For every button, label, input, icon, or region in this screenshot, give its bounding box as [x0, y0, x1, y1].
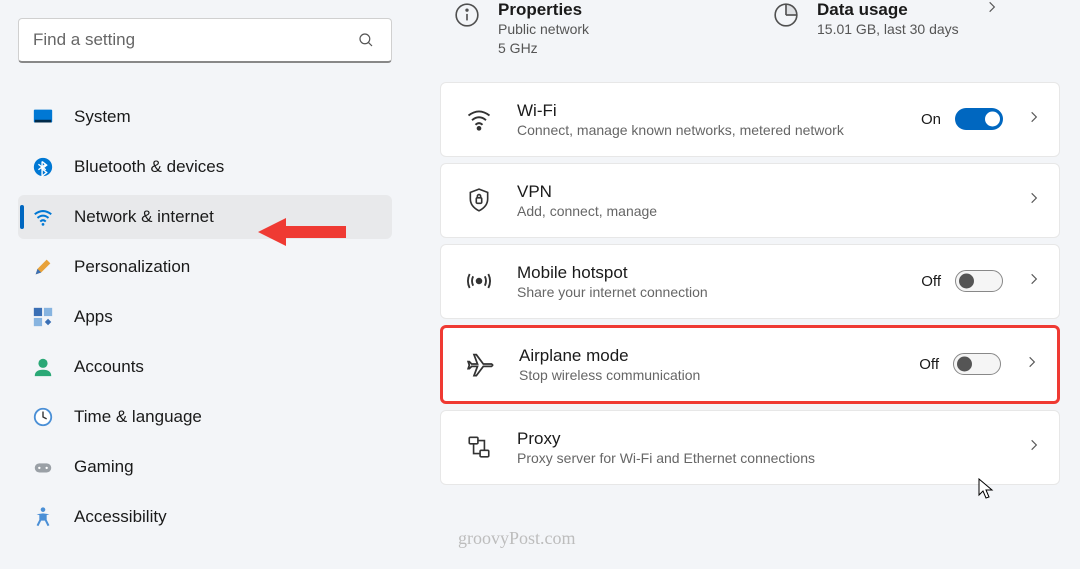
sidebar-item-label: Bluetooth & devices	[74, 157, 224, 177]
airplane-icon	[467, 350, 495, 378]
hotspot-icon	[465, 267, 493, 295]
card-title: Proxy	[517, 429, 1003, 449]
sidebar-item-accounts[interactable]: Accounts	[18, 345, 392, 389]
card-sub: Proxy server for Wi-Fi and Ethernet conn…	[517, 450, 1003, 466]
sidebar: System Bluetooth & devices Network & int…	[0, 0, 410, 569]
card-sub: Stop wireless communication	[519, 367, 895, 383]
card-title: Airplane mode	[519, 346, 895, 366]
proxy-card[interactable]: Proxy Proxy server for Wi-Fi and Etherne…	[440, 410, 1060, 485]
chevron-right-icon	[977, 0, 999, 14]
data-usage-title: Data usage	[817, 0, 959, 20]
properties-card[interactable]: Properties Public network 5 GHz	[440, 0, 741, 58]
card-title: Wi-Fi	[517, 101, 897, 121]
search-input[interactable]	[33, 30, 355, 50]
data-usage-icon	[773, 2, 799, 28]
properties-sub1: Public network	[498, 20, 589, 39]
toggle-state-label: On	[921, 111, 941, 128]
sidebar-item-system[interactable]: System	[18, 95, 392, 139]
info-icon	[454, 2, 480, 28]
sidebar-item-label: Network & internet	[74, 207, 214, 227]
settings-cards: Wi-Fi Connect, manage known networks, me…	[440, 82, 1060, 485]
sidebar-item-gaming[interactable]: Gaming	[18, 445, 392, 489]
sidebar-item-label: Apps	[74, 307, 113, 327]
sidebar-item-label: Accessibility	[74, 507, 167, 527]
card-sub: Connect, manage known networks, metered …	[517, 122, 897, 138]
airplane-card[interactable]: Airplane mode Stop wireless communicatio…	[440, 325, 1060, 404]
gamepad-icon	[32, 456, 54, 478]
vpn-card[interactable]: VPN Add, connect, manage	[440, 163, 1060, 238]
chevron-right-icon	[1027, 272, 1041, 291]
chevron-right-icon	[1027, 110, 1041, 129]
toggle-state-label: Off	[921, 273, 941, 290]
sidebar-item-label: Accounts	[74, 357, 144, 377]
data-usage-sub: 15.01 GB, last 30 days	[817, 20, 959, 39]
wifi-card[interactable]: Wi-Fi Connect, manage known networks, me…	[440, 82, 1060, 157]
system-icon	[32, 106, 54, 128]
bluetooth-icon	[32, 156, 54, 178]
clock-icon	[32, 406, 54, 428]
chevron-right-icon	[1027, 191, 1041, 210]
card-title: VPN	[517, 182, 1003, 202]
hotspot-card[interactable]: Mobile hotspot Share your internet conne…	[440, 244, 1060, 319]
properties-title: Properties	[498, 0, 589, 20]
airplane-toggle[interactable]	[953, 353, 1001, 375]
shield-lock-icon	[465, 186, 493, 214]
sidebar-item-accessibility[interactable]: Accessibility	[18, 495, 392, 539]
apps-icon	[32, 306, 54, 328]
accessibility-icon	[32, 506, 54, 528]
proxy-icon	[465, 433, 493, 461]
sidebar-item-personalization[interactable]: Personalization	[18, 245, 392, 289]
brush-icon	[32, 256, 54, 278]
accounts-icon	[32, 356, 54, 378]
nav-list: System Bluetooth & devices Network & int…	[18, 95, 392, 539]
search-icon	[355, 29, 377, 51]
data-usage-card[interactable]: Data usage 15.01 GB, last 30 days	[759, 0, 1060, 58]
toggle-state-label: Off	[919, 356, 939, 373]
chevron-right-icon	[1027, 438, 1041, 457]
sidebar-item-apps[interactable]: Apps	[18, 295, 392, 339]
search-input-wrapper[interactable]	[18, 18, 392, 63]
sidebar-item-label: Gaming	[74, 457, 134, 477]
card-title: Mobile hotspot	[517, 263, 897, 283]
hotspot-toggle[interactable]	[955, 270, 1003, 292]
main-panel: Properties Public network 5 GHz Data usa…	[410, 0, 1080, 569]
sidebar-item-label: Time & language	[74, 407, 202, 427]
sidebar-item-bluetooth[interactable]: Bluetooth & devices	[18, 145, 392, 189]
top-row: Properties Public network 5 GHz Data usa…	[440, 0, 1060, 58]
wifi-icon	[465, 105, 493, 133]
chevron-right-icon	[1025, 355, 1039, 374]
sidebar-item-label: System	[74, 107, 131, 127]
card-sub: Share your internet connection	[517, 284, 897, 300]
card-sub: Add, connect, manage	[517, 203, 1003, 219]
sidebar-item-time[interactable]: Time & language	[18, 395, 392, 439]
properties-sub2: 5 GHz	[498, 39, 589, 58]
sidebar-item-label: Personalization	[74, 257, 190, 277]
wifi-toggle[interactable]	[955, 108, 1003, 130]
wifi-icon	[32, 206, 54, 228]
sidebar-item-network[interactable]: Network & internet	[18, 195, 392, 239]
